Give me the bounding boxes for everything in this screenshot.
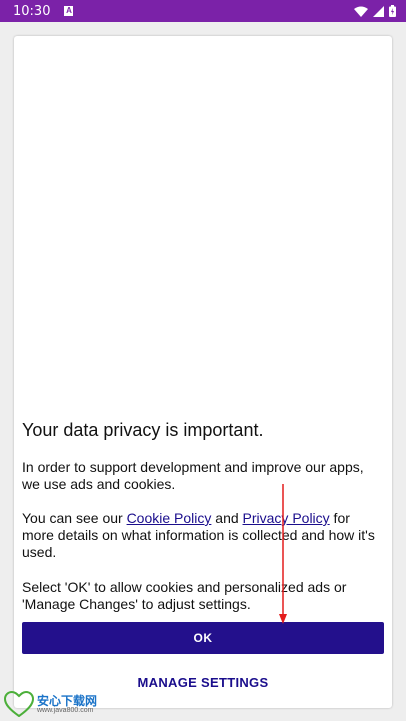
privacy-dialog: Your data privacy is important. In order… (14, 36, 392, 708)
notification-icon: A (64, 6, 74, 16)
dialog-paragraph-select: Select 'OK' to allow cookies and persona… (22, 579, 347, 612)
dialog-paragraph-ads: In order to support development and impr… (22, 459, 364, 492)
battery-icon (389, 5, 396, 17)
ok-button[interactable]: OK (22, 622, 384, 654)
watermark: 安心下载网 www.java800.com (4, 690, 97, 718)
watermark-url: www.java800.com (37, 706, 94, 714)
status-time: 10:30 (13, 3, 51, 19)
status-bar: 10:30 A (0, 0, 406, 22)
cookie-policy-link[interactable]: Cookie Policy (127, 510, 212, 526)
dialog-title: Your data privacy is important. (22, 420, 264, 440)
policy-text-prefix: You can see our (22, 510, 127, 526)
watermark-texts: 安心下载网 www.java800.com (37, 695, 97, 714)
heart-logo-icon (4, 691, 34, 717)
watermark-brand: 安心下载网 (37, 693, 98, 708)
signal-icon (373, 5, 384, 17)
status-left: 10:30 A (13, 3, 74, 19)
policy-text-and: and (211, 510, 243, 526)
privacy-policy-link[interactable]: Privacy Policy (243, 510, 330, 526)
wifi-icon (354, 6, 368, 17)
dialog-paragraph-policies: You can see our Cookie Policy and Privac… (22, 510, 384, 561)
status-icons (354, 5, 396, 17)
